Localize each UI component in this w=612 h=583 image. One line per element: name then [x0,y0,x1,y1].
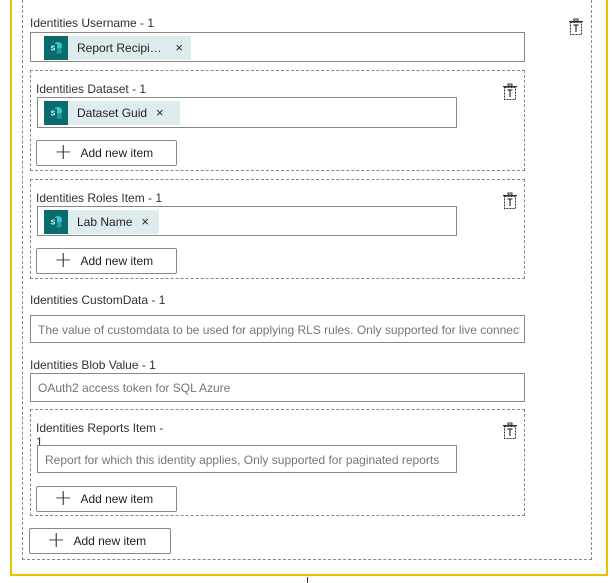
identities-add-item-button[interactable]: + Add new item [29,528,171,554]
roles-field[interactable]: S Lab Name × [37,206,457,236]
customdata-label: Identities CustomData - 1 [30,293,166,307]
blob-input[interactable]: OAuth2 access token for SQL Azure [30,373,525,402]
identities-card: Identities Username - 1 S Report Recipie… [22,0,592,560]
username-label: Identities Username - 1 [30,16,155,30]
plus-icon: + [54,486,73,511]
sharepoint-icon: S [44,101,68,125]
svg-text:S: S [51,220,56,227]
plus-icon: + [54,248,73,273]
remove-chip-button[interactable]: × [147,106,172,119]
remove-chip-button[interactable]: × [166,41,191,54]
add-item-label: Add new item [80,146,154,160]
sharepoint-icon: S [44,210,68,234]
chip-label: Lab Name [77,215,133,229]
reports-input[interactable]: Report for which this identity applies, … [37,445,457,473]
chip-label: Report Recipie… [77,41,167,55]
roles-label: Identities Roles Item - 1 [36,191,163,205]
remove-chip-button[interactable]: × [132,215,157,228]
customdata-placeholder: The value of customdata to be used for a… [38,323,520,337]
blob-placeholder: OAuth2 access token for SQL Azure [38,381,231,395]
reports-placeholder: Report for which this identity applies, … [45,453,440,467]
dataset-chip: S Dataset Guid × [44,101,180,125]
chip-label: Dataset Guid [77,106,148,120]
reports-group: Identities Reports Item - 1 Report for w… [30,409,525,516]
add-item-label: Add new item [73,534,147,548]
delete-icon[interactable] [501,192,519,210]
dataset-group: Identities Dataset - 1 S Dataset Guid × … [30,70,525,171]
customdata-input[interactable]: The value of customdata to be used for a… [30,315,525,343]
svg-text:S: S [51,111,56,118]
plus-icon: + [54,140,73,165]
roles-group: Identities Roles Item - 1 S Lab Name × +… [30,179,525,279]
sharepoint-icon: S [44,36,68,60]
svg-text:S: S [51,46,56,53]
delete-icon[interactable] [501,422,519,440]
reports-add-item-button[interactable]: + Add new item [36,486,177,512]
dataset-field[interactable]: S Dataset Guid × [37,97,457,128]
username-field[interactable]: S Report Recipie… × [30,32,525,62]
dataset-add-item-button[interactable]: + Add new item [36,140,177,166]
connector-line [307,577,308,583]
add-item-label: Add new item [80,254,154,268]
plus-icon: + [47,528,66,553]
delete-icon[interactable] [501,83,519,101]
delete-icon[interactable] [567,18,585,36]
roles-add-item-button[interactable]: + Add new item [36,248,177,274]
roles-chip: S Lab Name × [44,210,159,234]
dataset-label: Identities Dataset - 1 [36,82,147,96]
blob-label: Identities Blob Value - 1 [30,358,156,372]
username-chip: S Report Recipie… × [44,36,191,60]
add-item-label: Add new item [80,492,154,506]
